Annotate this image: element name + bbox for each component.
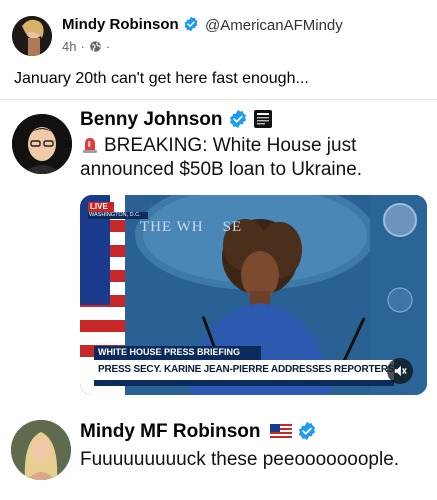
ticker-main: PRESS SECY. KARINE JEAN-PIERRE ADDRESSES… — [98, 364, 395, 375]
location-label: WASHINGTON, D.C. — [89, 212, 141, 218]
meta-separator: · — [80, 39, 85, 54]
reply-author-name[interactable]: Mindy MF Robinson — [80, 421, 317, 443]
avatar[interactable] — [12, 16, 52, 56]
live-badge: LIVE — [90, 202, 108, 211]
quoted-post-text: BREAKING: White House just announced $50… — [80, 135, 363, 180]
backdrop-text: THE WH SE — [140, 219, 243, 235]
ticker-top: WHITE HOUSE PRESS BRIEFING — [98, 347, 241, 357]
post-text: January 20th can't get here fast enough.… — [14, 70, 309, 87]
post-meta: 4h · · — [62, 39, 110, 54]
globe-icon — [90, 41, 101, 52]
newspaper-badge-icon — [254, 110, 273, 128]
meta-separator: · — [105, 39, 111, 54]
verified-badge-icon — [298, 421, 316, 441]
reply-author-avatar[interactable] — [11, 420, 71, 480]
post-author-handle[interactable]: @AmericanAFMindy — [205, 17, 343, 34]
quoted-author-name[interactable]: Benny Johnson — [80, 109, 273, 131]
verified-badge-icon — [184, 16, 198, 32]
verified-badge-icon — [229, 109, 246, 129]
siren-icon — [83, 138, 97, 153]
post-header: Mindy Robinson @AmericanAFMindy 4h · · — [0, 0, 437, 64]
post-timestamp[interactable]: 4h — [62, 39, 76, 54]
video-player[interactable]: LIVE WASHINGTON, D.C. THE WH SE WHITE HO… — [80, 195, 427, 395]
reply-text: Fuuuuuuuuuck these peeooooooople. — [80, 449, 400, 470]
quoted-author-avatar[interactable] — [12, 114, 72, 174]
mute-icon[interactable] — [393, 364, 407, 378]
us-flag-icon — [269, 424, 292, 438]
post-author-name[interactable]: Mindy Robinson — [62, 16, 199, 33]
